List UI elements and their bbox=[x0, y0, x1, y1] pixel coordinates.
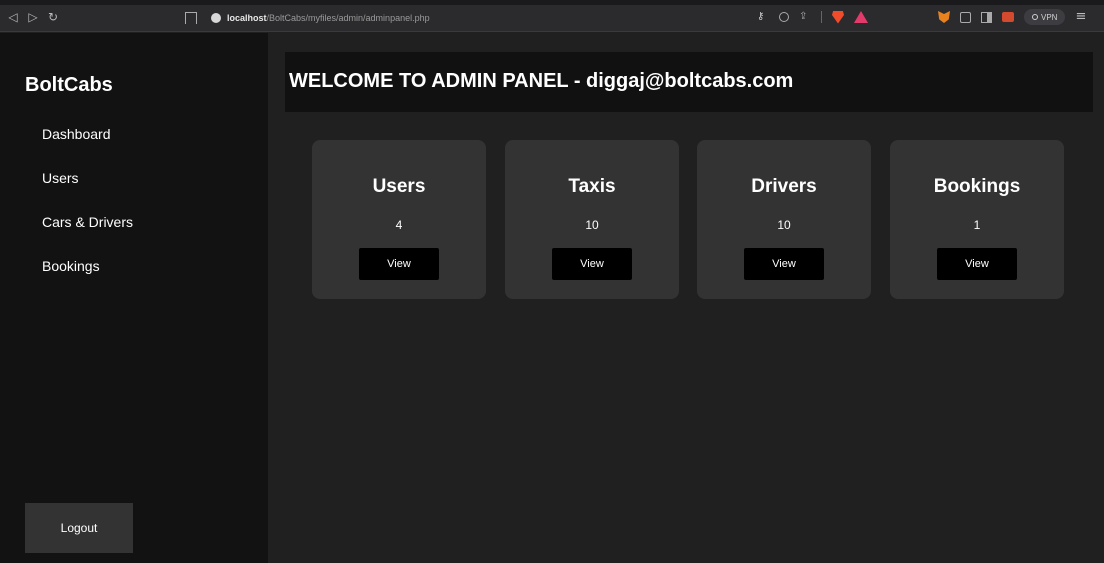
card-count: 4 bbox=[395, 218, 403, 232]
sidebar-item-bookings[interactable]: Bookings bbox=[42, 258, 133, 302]
bookmark-icon[interactable] bbox=[185, 12, 197, 24]
page-header: WELCOME TO ADMIN PANEL - diggaj@boltcabs… bbox=[285, 52, 1093, 112]
sidebar: BoltCabs Dashboard Users Cars & Drivers … bbox=[0, 33, 268, 563]
sidebar-item-cars-drivers[interactable]: Cars & Drivers bbox=[42, 214, 133, 258]
card-title: Taxis bbox=[568, 176, 616, 197]
url-host: localhost bbox=[227, 13, 267, 23]
card-count: 1 bbox=[973, 218, 981, 232]
drivers-card: Drivers 10 View bbox=[697, 140, 871, 299]
extensions-icon[interactable] bbox=[960, 11, 971, 23]
tab-strip bbox=[0, 0, 1104, 5]
wallet-icon[interactable] bbox=[1002, 12, 1014, 22]
vpn-button[interactable]: VPN bbox=[1024, 9, 1066, 25]
sidebar-toggle-icon[interactable] bbox=[981, 11, 992, 23]
view-bookings-button[interactable]: View bbox=[937, 248, 1017, 280]
back-icon[interactable]: ◁ bbox=[6, 10, 20, 24]
brand-logo: BoltCabs bbox=[25, 74, 113, 96]
card-title: Drivers bbox=[751, 176, 817, 197]
vpn-icon bbox=[1032, 14, 1038, 20]
toolbar-divider bbox=[821, 11, 822, 23]
menu-icon[interactable]: ≡ bbox=[1075, 10, 1086, 24]
zoom-icon[interactable] bbox=[779, 12, 789, 22]
view-drivers-button[interactable]: View bbox=[744, 248, 824, 280]
key-icon[interactable]: ⚷ bbox=[757, 11, 769, 23]
users-card: Users 4 View bbox=[312, 140, 486, 299]
brave-rewards-icon[interactable] bbox=[854, 11, 868, 23]
card-title: Bookings bbox=[933, 176, 1021, 197]
card-count: 10 bbox=[585, 218, 599, 232]
metamask-icon[interactable] bbox=[938, 11, 950, 23]
sidebar-nav: Dashboard Users Cars & Drivers Bookings bbox=[42, 126, 133, 302]
card-title: Users bbox=[372, 176, 426, 197]
site-info-icon[interactable] bbox=[211, 13, 221, 23]
view-users-button[interactable]: View bbox=[359, 248, 439, 280]
page-title: WELCOME TO ADMIN PANEL - diggaj@boltcabs… bbox=[289, 70, 794, 92]
bookings-card: Bookings 1 View bbox=[890, 140, 1064, 299]
view-taxis-button[interactable]: View bbox=[552, 248, 632, 280]
taxis-card: Taxis 10 View bbox=[505, 140, 679, 299]
url-path: /BoltCabs/myfiles/admin/adminpanel.php bbox=[266, 13, 430, 23]
browser-toolbar: ◁ ▷ ↻ localhost /BoltCabs/myfiles/admin/… bbox=[0, 0, 1104, 32]
card-count: 10 bbox=[777, 218, 791, 232]
brave-shields-icon[interactable] bbox=[832, 10, 844, 24]
address-bar-tools: ⚷ ⇪ bbox=[757, 9, 868, 25]
reload-icon[interactable]: ↻ bbox=[46, 10, 60, 24]
logout-button[interactable]: Logout bbox=[25, 503, 133, 553]
vpn-label: VPN bbox=[1041, 12, 1058, 22]
sidebar-item-dashboard[interactable]: Dashboard bbox=[42, 126, 133, 170]
extension-tools: VPN ≡ bbox=[938, 9, 1086, 25]
forward-icon[interactable]: ▷ bbox=[26, 10, 40, 24]
share-icon[interactable]: ⇪ bbox=[799, 11, 811, 23]
sidebar-item-users[interactable]: Users bbox=[42, 170, 133, 214]
